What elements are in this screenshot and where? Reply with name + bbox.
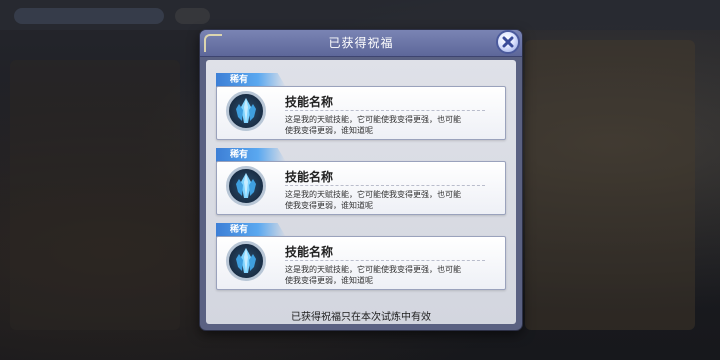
close-button[interactable] <box>496 30 520 54</box>
rarity-tag <box>216 148 286 162</box>
blessing-card[interactable]: 稀有 技能名称 这是我的天赋技能，它可能使我变得更强，也可能 使我变得更弱，谁知… <box>216 223 506 290</box>
background-pill-small <box>175 8 210 24</box>
blue-crystal-icon <box>226 166 266 206</box>
close-icon <box>502 36 514 48</box>
rarity-tag <box>216 73 286 87</box>
background-top-bar <box>0 0 720 30</box>
skill-name: 技能名称 <box>285 95 334 109</box>
rarity-label: 稀有 <box>230 150 249 160</box>
rarity-tag <box>216 223 286 237</box>
blessing-card-body: 技能名称 这是我的天赋技能，它可能使我变得更强，也可能 使我变得更弱，谁知道呢 <box>216 161 506 215</box>
skill-description: 这是我的天赋技能，它可能使我变得更强，也可能 使我变得更弱，谁知道呢 <box>285 114 497 136</box>
blessing-list: 稀有 技能名称 这是我的天赋技能，它可能使我变得更强，也可能 使我变得更弱，谁知… <box>206 60 516 324</box>
blessing-card-body: 技能名称 这是我的天赋技能，它可能使我变得更强，也可能 使我变得更弱，谁知道呢 <box>216 236 506 290</box>
blue-crystal-icon <box>226 91 266 131</box>
skill-name: 技能名称 <box>285 170 334 184</box>
background-pill <box>14 8 164 24</box>
skill-description-line: 使我变得更弱，谁知道呢 <box>285 201 373 210</box>
skill-description-line: 使我变得更弱，谁知道呢 <box>285 126 373 135</box>
card-divider <box>285 185 485 186</box>
dialog-title-bar: 已获得祝福 <box>200 30 522 57</box>
blessing-card[interactable]: 稀有 技能名称 这是我的天赋技能，它可能使我变得更强，也可能 使我变得更弱，谁知… <box>216 148 506 215</box>
card-divider <box>285 260 485 261</box>
dialog-title: 已获得祝福 <box>328 36 394 50</box>
rarity-label: 稀有 <box>230 225 249 235</box>
skill-description: 这是我的天赋技能，它可能使我变得更强，也可能 使我变得更弱，谁知道呢 <box>285 189 497 211</box>
blessing-dialog: 已获得祝福 稀有 技能名称 这是我的天赋技能，它可能使我变得更强，也可能 使我变… <box>200 30 522 330</box>
rarity-label: 稀有 <box>230 75 249 85</box>
blue-crystal-icon <box>226 241 266 281</box>
background-panel-left <box>10 60 180 330</box>
footer-note: 已获得祝福只在本次试炼中有效 <box>291 312 431 323</box>
skill-description-line: 使我变得更弱，谁知道呢 <box>285 276 373 285</box>
card-divider <box>285 110 485 111</box>
skill-description: 这是我的天赋技能，它可能使我变得更强，也可能 使我变得更弱，谁知道呢 <box>285 264 497 286</box>
skill-name: 技能名称 <box>285 245 334 259</box>
blessing-card[interactable]: 稀有 技能名称 这是我的天赋技能，它可能使我变得更强，也可能 使我变得更弱，谁知… <box>216 73 506 140</box>
skill-description-line: 这是我的天赋技能，它可能使我变得更强，也可能 <box>285 190 461 199</box>
skill-description-line: 这是我的天赋技能，它可能使我变得更强，也可能 <box>285 115 461 124</box>
skill-description-line: 这是我的天赋技能，它可能使我变得更强，也可能 <box>285 265 461 274</box>
background-panel-right <box>525 40 695 330</box>
blessing-card-body: 技能名称 这是我的天赋技能，它可能使我变得更强，也可能 使我变得更弱，谁知道呢 <box>216 86 506 140</box>
